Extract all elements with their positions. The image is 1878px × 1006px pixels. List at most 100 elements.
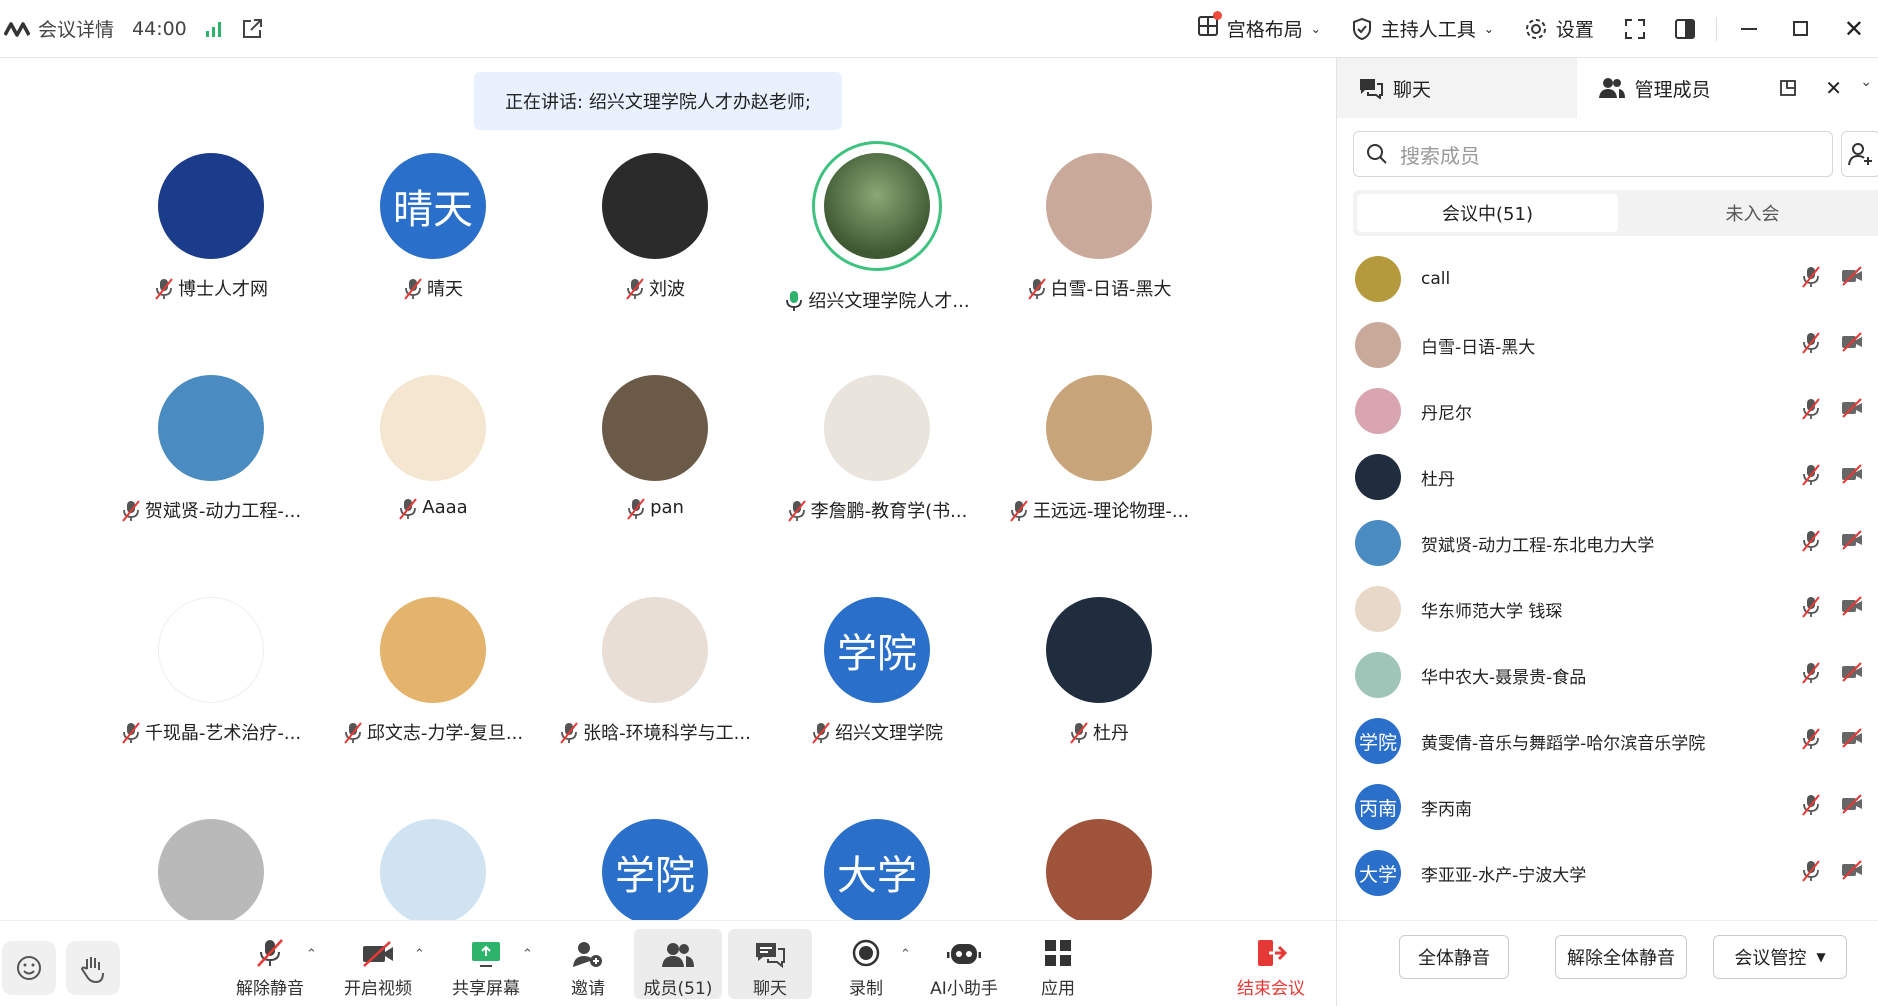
pop-out-icon[interactable] — [1779, 79, 1797, 97]
member-row[interactable]: 丹尼尔 — [1337, 378, 1878, 444]
mic-off-icon[interactable] — [1801, 595, 1821, 623]
participant-name-row: 博士人才网 — [100, 275, 322, 301]
participant-tile[interactable]: 张晗-环境科学与工... — [544, 597, 766, 745]
mic-off-icon[interactable] — [1801, 265, 1821, 293]
video-off-icon[interactable] — [1841, 265, 1863, 293]
participant-tile[interactable]: 千现晶-艺术治疗-... — [100, 597, 322, 745]
participant-name: Aaaa — [422, 497, 468, 518]
mic-off-icon[interactable] — [1801, 463, 1821, 491]
participant-tile[interactable]: 绍兴文理学院人才... — [766, 141, 988, 313]
member-row[interactable]: 学院 黄雯倩-音乐与舞蹈学-哈尔滨音乐学院 — [1337, 708, 1878, 774]
split-view-icon[interactable] — [1674, 18, 1696, 40]
ai-assistant-button[interactable]: AI小助手 — [922, 929, 1006, 999]
member-row[interactable]: 丙南 李丙南 — [1337, 774, 1878, 840]
video-off-icon[interactable] — [1841, 331, 1863, 359]
mic-off-icon — [121, 722, 140, 744]
participant-tile[interactable]: 学院 — [544, 819, 766, 925]
tab-chat[interactable]: 聊天 — [1337, 58, 1577, 118]
invite-label: 邀请 — [571, 979, 605, 999]
member-row[interactable]: 杜丹 — [1337, 444, 1878, 510]
video-off-icon[interactable] — [1841, 397, 1863, 425]
member-row[interactable]: 贺斌贤-动力工程-东北电力大学 — [1337, 510, 1878, 576]
video-off-icon[interactable] — [1841, 859, 1863, 887]
member-name: 李丙南 — [1421, 799, 1472, 820]
video-off-icon[interactable] — [1841, 727, 1863, 755]
tab-not-joined[interactable]: 未入会 — [1622, 190, 1878, 236]
share-screen-button[interactable]: 共享屏幕 — [444, 929, 528, 999]
members-button[interactable]: 成员(51) — [634, 929, 722, 999]
mic-off-icon[interactable] — [1801, 529, 1821, 557]
mic-off-icon[interactable] — [1801, 331, 1821, 359]
participant-tile[interactable]: 杜丹 — [988, 597, 1210, 745]
participant-avatar — [602, 597, 708, 703]
tab-manage-members[interactable]: 管理成员 ✕ — [1576, 58, 1878, 118]
chevron-up-icon[interactable]: ⌃ — [306, 947, 317, 962]
participant-tile[interactable]: pan — [544, 375, 766, 520]
member-avatar: 学院 — [1355, 718, 1401, 764]
participant-tile[interactable]: 李詹鹏-教育学(书... — [766, 375, 988, 523]
start-video-button[interactable]: 开启视频 — [336, 929, 420, 999]
participant-tile[interactable]: 学院 绍兴文理学院 — [766, 597, 988, 745]
participant-tile[interactable]: 白雪-日语-黑大 — [988, 153, 1210, 301]
mic-off-icon[interactable] — [1801, 793, 1821, 821]
mic-off-icon[interactable] — [1801, 397, 1821, 425]
meeting-details-button[interactable]: 会议详情 — [4, 15, 114, 42]
apps-button[interactable]: 应用 — [1016, 929, 1100, 999]
video-off-icon[interactable] — [1841, 463, 1863, 491]
video-off-icon[interactable] — [1841, 595, 1863, 623]
close-panel-icon[interactable]: ✕ — [1825, 76, 1842, 100]
open-external-icon[interactable] — [241, 18, 263, 40]
participant-tile[interactable]: 刘波 — [544, 153, 766, 301]
participant-tile[interactable]: 王远远-理论物理-... — [988, 375, 1210, 523]
member-row[interactable]: 华中农大-聂景贵-食品 — [1337, 642, 1878, 708]
tab-in-meeting[interactable]: 会议中(51) — [1357, 194, 1618, 232]
emoji-button[interactable] — [2, 941, 56, 995]
minimize-icon[interactable] — [1740, 27, 1757, 30]
chat-button[interactable]: 聊天 — [728, 929, 812, 999]
fullscreen-icon[interactable] — [1624, 18, 1646, 40]
signal-icon[interactable] — [205, 20, 223, 38]
member-row[interactable]: 大学 李亚亚-水产-宁波大学 — [1337, 840, 1878, 906]
member-search-box[interactable]: 搜索成员 — [1353, 131, 1833, 177]
unmute-button[interactable]: 解除静音 — [228, 929, 312, 999]
host-tools-button[interactable]: 主持人工具 ⌄ — [1351, 15, 1494, 42]
participant-tile[interactable] — [322, 819, 544, 925]
close-icon[interactable]: ✕ — [1844, 15, 1864, 43]
participant-tile[interactable]: 邱文志-力学-复旦... — [322, 597, 544, 745]
record-button[interactable]: 录制 — [824, 929, 908, 999]
maximize-icon[interactable] — [1792, 21, 1808, 36]
add-member-button[interactable] — [1841, 131, 1878, 177]
participant-tile[interactable]: Aaaa — [322, 375, 544, 520]
participant-name: 李詹鹏-教育学(书... — [810, 501, 968, 522]
chevron-up-icon[interactable]: ⌃ — [522, 947, 533, 962]
participant-tile[interactable]: 晴天 晴天 — [322, 153, 544, 301]
participant-name-row: 晴天 — [322, 275, 544, 301]
unmute-label: 解除静音 — [236, 979, 304, 999]
participant-tile[interactable]: 博士人才网 — [100, 153, 322, 301]
invite-button[interactable]: 邀请 — [546, 929, 630, 999]
end-meeting-button[interactable]: 结束会议 — [1228, 929, 1314, 999]
mic-off-icon[interactable] — [1801, 727, 1821, 755]
participant-tile[interactable]: 大学 — [766, 819, 988, 925]
participant-tile[interactable] — [100, 819, 322, 925]
chevron-up-icon[interactable]: ⌃ — [900, 947, 911, 962]
meeting-control-button[interactable]: 会议管控 ▼ — [1713, 935, 1847, 979]
member-row[interactable]: 白雪-日语-黑大 — [1337, 312, 1878, 378]
participant-tile[interactable]: 贺斌贤-动力工程-... — [100, 375, 322, 523]
unmute-all-button[interactable]: 解除全体静音 — [1555, 935, 1687, 979]
chevron-down-icon[interactable]: ⌄ — [1860, 74, 1872, 90]
video-off-icon[interactable] — [1841, 793, 1863, 821]
participant-tile[interactable] — [988, 819, 1210, 925]
video-off-icon[interactable] — [1841, 529, 1863, 557]
participant-avatar — [602, 375, 708, 481]
member-row[interactable]: call — [1337, 246, 1878, 312]
raise-hand-button[interactable] — [66, 941, 120, 995]
chevron-up-icon[interactable]: ⌃ — [414, 947, 425, 962]
settings-button[interactable]: 设置 — [1524, 15, 1594, 42]
member-row[interactable]: 华东师范大学 钱琛 — [1337, 576, 1878, 642]
mic-off-icon[interactable] — [1801, 859, 1821, 887]
video-off-icon[interactable] — [1841, 661, 1863, 689]
mute-all-button[interactable]: 全体静音 — [1399, 935, 1509, 979]
grid-layout-button[interactable]: 宫格布局 ⌄ — [1197, 11, 1321, 42]
mic-off-icon[interactable] — [1801, 661, 1821, 689]
